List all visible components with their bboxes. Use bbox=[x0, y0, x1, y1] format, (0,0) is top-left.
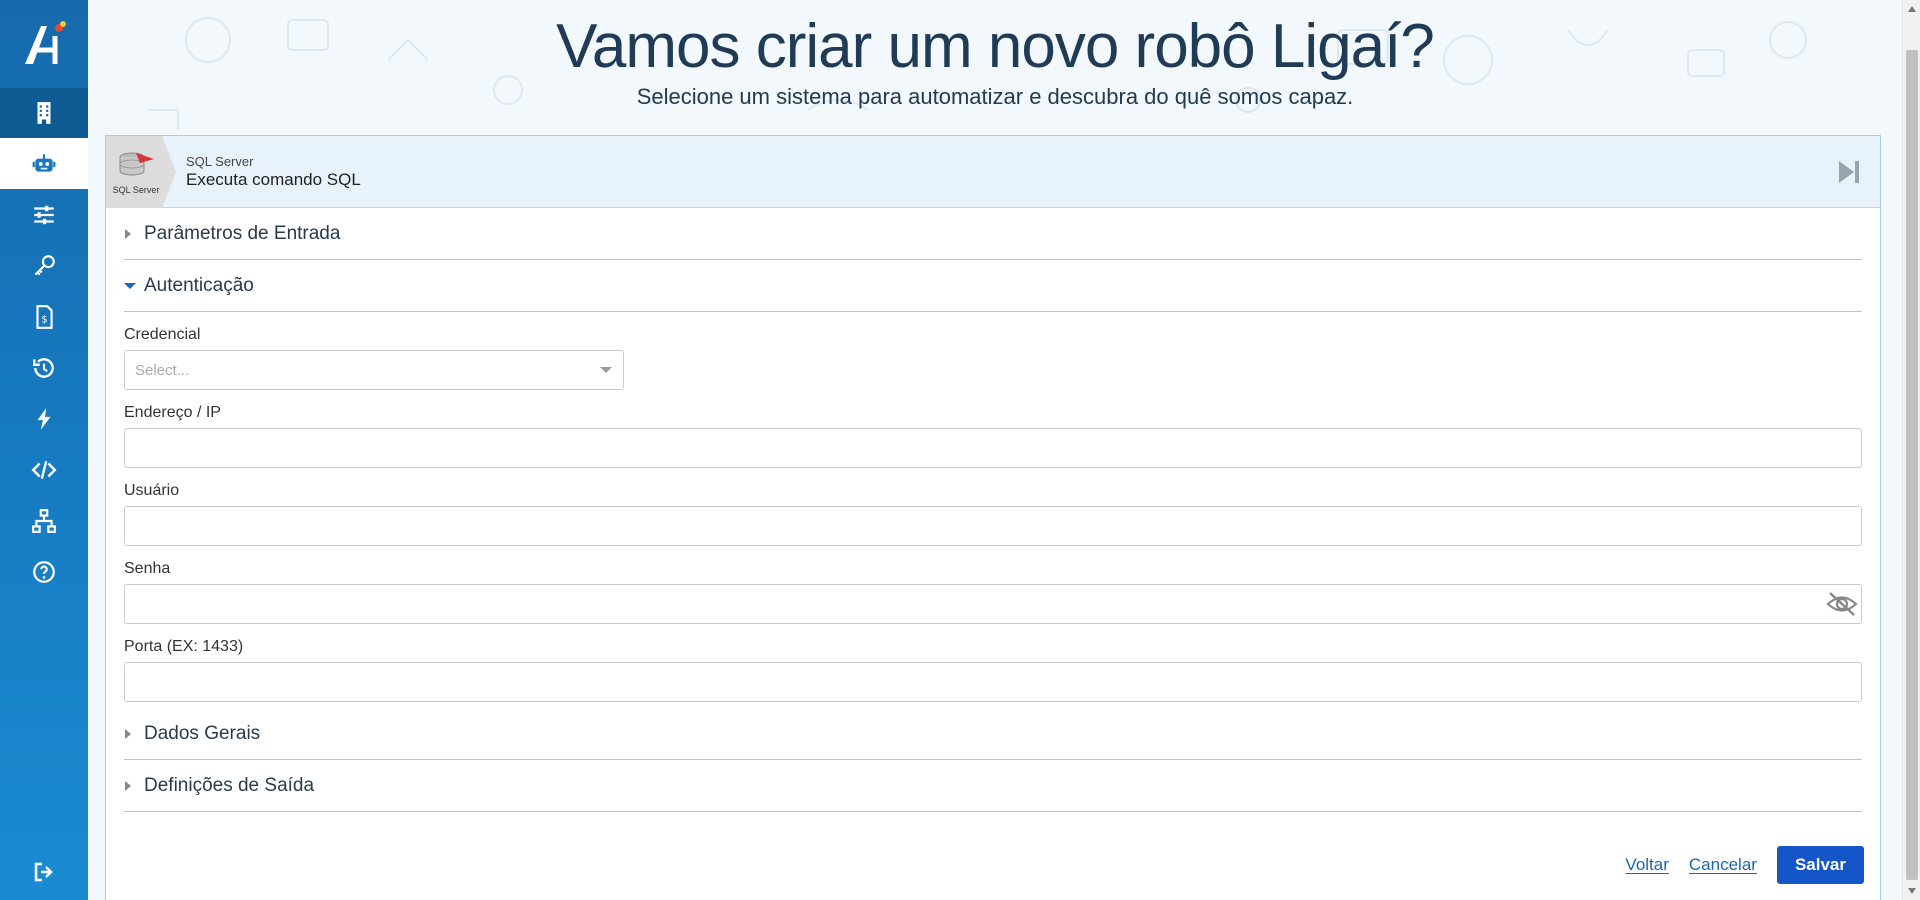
sidebar: $ bbox=[0, 0, 88, 900]
senha-label: Senha bbox=[124, 560, 171, 577]
logout-icon bbox=[34, 862, 53, 882]
sidebar-item-billing[interactable]: $ bbox=[0, 291, 88, 342]
system-action: Executa comando SQL bbox=[186, 170, 361, 189]
building-icon bbox=[37, 102, 51, 124]
section-label: Dados Gerais bbox=[144, 722, 261, 744]
section-dados-gerais[interactable]: Dados Gerais bbox=[124, 708, 1862, 760]
sidebar-item-robots[interactable] bbox=[0, 138, 88, 189]
sidebar-item-triggers[interactable] bbox=[0, 393, 88, 444]
caret-right-icon bbox=[125, 228, 131, 239]
caret-right-icon bbox=[125, 780, 131, 791]
endereco-input[interactable] bbox=[124, 428, 1862, 468]
page-subtitle: Selecione um sistema para automatizar e … bbox=[636, 84, 1354, 109]
salvar-button[interactable]: Salvar bbox=[1776, 846, 1864, 884]
scroll-up-arrow[interactable] bbox=[1903, 0, 1920, 18]
code-icon bbox=[31, 460, 57, 479]
sidebar-item-credentials[interactable] bbox=[0, 240, 88, 291]
usuario-label: Usuário bbox=[124, 482, 180, 499]
sidebar-item-network[interactable] bbox=[0, 495, 88, 546]
robot-config-card: SQL Server SQL Server Executa comando SQ… bbox=[105, 135, 1881, 900]
section-label: Definições de Saída bbox=[144, 774, 315, 796]
porta-label: Porta (EX: 1433) bbox=[124, 638, 244, 655]
network-icon bbox=[32, 508, 56, 533]
svg-text:$: $ bbox=[41, 314, 47, 325]
usuario-input[interactable] bbox=[124, 506, 1862, 546]
logout-button[interactable] bbox=[0, 844, 88, 900]
caret-down-icon bbox=[124, 282, 136, 289]
history-icon bbox=[33, 357, 54, 378]
scroll-thumb[interactable] bbox=[1906, 50, 1918, 880]
invoice-icon: $ bbox=[36, 304, 53, 329]
key-icon bbox=[34, 254, 55, 275]
card-body: Parâmetros de Entrada Autenticação Crede… bbox=[106, 208, 1880, 812]
section-label: Autenticação bbox=[144, 274, 254, 296]
page-scrollbar[interactable] bbox=[1902, 0, 1920, 900]
system-header: SQL Server SQL Server Executa comando SQ… bbox=[106, 136, 1880, 208]
sql-server-logo-label: SQL Server bbox=[112, 185, 160, 195]
ligai-logo[interactable] bbox=[0, 0, 88, 88]
help-icon bbox=[33, 560, 55, 583]
porta-input[interactable] bbox=[124, 662, 1862, 702]
cancelar-link[interactable]: Cancelar bbox=[1689, 855, 1757, 875]
sidebar-item-settings[interactable] bbox=[0, 189, 88, 240]
sidebar-item-companies[interactable] bbox=[0, 88, 88, 138]
eye-slash-icon[interactable] bbox=[1826, 589, 1858, 619]
section-parametros-entrada[interactable]: Parâmetros de Entrada bbox=[124, 208, 1862, 260]
scroll-down-arrow[interactable] bbox=[1903, 882, 1920, 900]
credencial-placeholder: Select... bbox=[135, 361, 190, 379]
system-name: SQL Server bbox=[186, 154, 254, 169]
page-title: Vamos criar um novo robô Ligaí? bbox=[556, 12, 1435, 81]
caret-right-icon bbox=[125, 728, 131, 739]
section-label: Parâmetros de Entrada bbox=[144, 222, 341, 244]
bolt-icon bbox=[37, 407, 51, 430]
sql-server-logo: SQL Server bbox=[106, 136, 176, 208]
credencial-select[interactable]: Select... bbox=[124, 350, 624, 390]
sidebar-item-help[interactable] bbox=[0, 546, 88, 597]
senha-input[interactable] bbox=[124, 584, 1862, 624]
robot-icon bbox=[32, 153, 56, 172]
endereco-label: Endereço / IP bbox=[124, 404, 221, 421]
skip-end-icon[interactable] bbox=[1836, 158, 1862, 186]
section-definicoes-saida[interactable]: Definições de Saída bbox=[124, 760, 1862, 812]
sliders-icon bbox=[34, 205, 54, 224]
section-autenticacao[interactable]: Autenticação bbox=[124, 260, 1862, 312]
credencial-label: Credencial bbox=[124, 326, 201, 343]
page-header: Vamos criar um novo robô Ligaí? Selecion… bbox=[88, 0, 1902, 135]
chevron-down-icon bbox=[600, 367, 612, 373]
form-footer: Voltar Cancelar Salvar bbox=[1625, 846, 1864, 884]
voltar-link[interactable]: Voltar bbox=[1625, 855, 1668, 875]
sidebar-item-code[interactable] bbox=[0, 444, 88, 495]
sidebar-item-history[interactable] bbox=[0, 342, 88, 393]
